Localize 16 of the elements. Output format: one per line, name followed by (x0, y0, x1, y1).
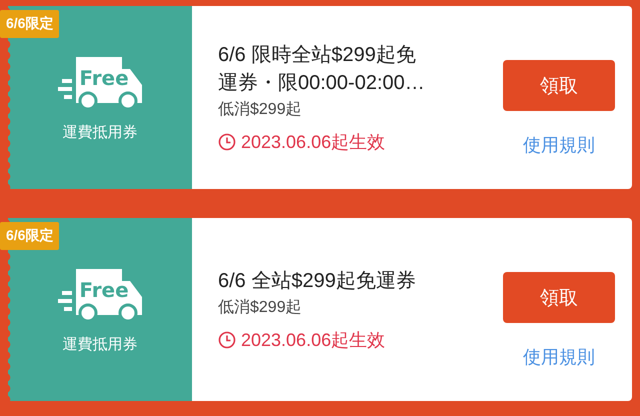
min-spend-text: 低消$299起 (218, 100, 303, 120)
clock-icon (218, 133, 236, 151)
claim-button[interactable]: 領取 (503, 60, 615, 111)
valid-date-text: 2023.06.06起生效 (241, 131, 386, 154)
claim-button[interactable]: 領取 (503, 272, 615, 323)
rules-link[interactable]: 使用規則 (523, 133, 595, 157)
coupon-title: 6/6 全站$299起免運券 (218, 269, 417, 294)
min-spend-text: 低消$299起 (218, 298, 303, 318)
limited-badge: 6/6限定 (0, 10, 60, 38)
clock-icon (218, 331, 236, 349)
coupon-type-label: 運費抵用券 (62, 123, 138, 142)
limited-badge: 6/6限定 (0, 222, 60, 250)
coupon-title: 6/6 限時全站$299起免運券・限00:00-02:00… (218, 43, 426, 96)
valid-date-text: 2023.06.06起生效 (241, 329, 386, 352)
rules-link[interactable]: 使用規則 (523, 345, 595, 369)
coupon-type-label: 運費抵用券 (62, 335, 138, 354)
